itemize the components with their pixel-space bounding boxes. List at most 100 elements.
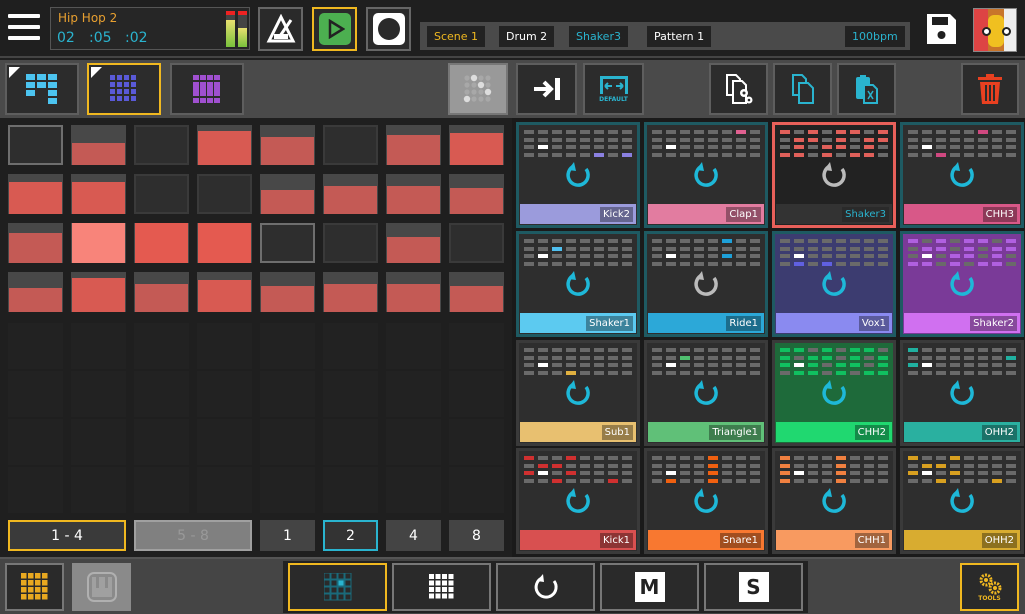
velocity-cell-empty[interactable] [134,323,189,369]
song-info-box[interactable]: Hip Hop 2 02 :05 :02 [50,7,250,50]
velocity-cell[interactable] [386,174,441,214]
select-pad-button[interactable] [288,563,387,611]
cut-paste-button[interactable] [837,63,896,115]
velocity-cell-empty[interactable] [71,323,126,369]
velocity-cell-empty[interactable] [71,371,126,417]
velocity-cell-empty[interactable] [449,467,504,513]
pad-shaker1[interactable]: Shaker1 [516,231,640,337]
project-artwork[interactable] [973,8,1017,52]
velocity-cell-empty[interactable] [197,467,252,513]
zoom-1-button[interactable]: 1 [260,520,315,551]
velocity-cell[interactable] [134,272,189,312]
page-5-8-button[interactable]: 5 - 8 [134,520,252,551]
keys-mode-button[interactable] [72,563,131,611]
velocity-cell-empty[interactable] [260,323,315,369]
velocity-cell[interactable] [8,272,63,312]
page-1-4-button[interactable]: 1 - 4 [8,520,126,551]
velocity-cell-empty[interactable] [323,419,378,465]
velocity-cell[interactable] [449,125,504,165]
velocity-cell-empty[interactable] [449,323,504,369]
velocity-cell[interactable] [197,272,252,312]
velocity-cell[interactable] [323,223,378,263]
metronome-button[interactable] [258,7,303,51]
velocity-cell[interactable] [260,223,315,263]
grid-button[interactable] [392,563,491,611]
save-button[interactable] [925,12,958,46]
pad-clap1[interactable]: Clap1 [644,122,768,228]
velocity-cell[interactable] [8,223,63,263]
velocity-cell[interactable] [71,125,126,165]
velocity-cell-empty[interactable] [197,323,252,369]
pad-shaker3[interactable]: Shaker3 [772,122,896,228]
velocity-cell[interactable] [260,174,315,214]
velocity-cell[interactable] [8,125,63,165]
velocity-cell-empty[interactable] [386,467,441,513]
play-button[interactable] [312,7,357,51]
velocity-cell-empty[interactable] [323,371,378,417]
pad-kick2[interactable]: Kick2 [516,122,640,228]
velocity-cell-empty[interactable] [197,419,252,465]
velocity-cell[interactable] [260,125,315,165]
velocity-cell[interactable] [8,174,63,214]
velocity-cell-empty[interactable] [260,419,315,465]
velocity-cell[interactable] [134,174,189,214]
velocity-cell-empty[interactable] [260,371,315,417]
pad-ohh2[interactable]: OHH2 [900,340,1024,446]
velocity-cell[interactable] [71,223,126,263]
velocity-cell-empty[interactable] [386,371,441,417]
velocity-cell-empty[interactable] [386,323,441,369]
scene-chip[interactable]: Scene 1 [427,26,486,47]
pad-triangle1[interactable]: Triangle1 [644,340,768,446]
pattern-mode-button[interactable] [448,63,508,115]
velocity-cell-empty[interactable] [449,371,504,417]
velocity-cell-empty[interactable] [8,371,63,417]
copy-button[interactable] [773,63,832,115]
tempo-chip[interactable]: 100bpm [845,26,905,47]
velocity-cell[interactable] [386,223,441,263]
velocity-cell[interactable] [323,125,378,165]
loop-button[interactable] [496,563,595,611]
mute-button[interactable]: M [600,563,699,611]
kit-chip[interactable]: Drum 2 [499,26,555,47]
pad-kick1[interactable]: Kick1 [516,448,640,554]
pads-mode-button[interactable] [5,563,64,611]
copy-settings-button[interactable] [709,63,768,115]
velocity-cell[interactable] [449,272,504,312]
pad-vox1[interactable]: Vox1 [772,231,896,337]
velocity-cell[interactable] [134,125,189,165]
velocity-cell-empty[interactable] [197,371,252,417]
pad-chh3[interactable]: CHH3 [900,122,1024,228]
insert-end-button[interactable] [516,63,577,115]
pad-shaker2[interactable]: Shaker2 [900,231,1024,337]
pad-chip[interactable]: Shaker3 [569,26,628,47]
velocity-cell-empty[interactable] [8,419,63,465]
velocity-cell[interactable] [71,272,126,312]
velocity-cell[interactable] [449,174,504,214]
velocity-cell-empty[interactable] [134,419,189,465]
velocity-cell-empty[interactable] [71,419,126,465]
zoom-8-button[interactable]: 8 [449,520,504,551]
pad-sub1[interactable]: Sub1 [516,340,640,446]
pad-snare1[interactable]: Snare1 [644,448,768,554]
velocity-cell-empty[interactable] [386,419,441,465]
step-sequencer-view-button[interactable] [5,63,79,115]
velocity-cell[interactable] [323,174,378,214]
pad-chh1[interactable]: CHH1 [772,448,896,554]
velocity-cell[interactable] [323,272,378,312]
velocity-cell-empty[interactable] [8,467,63,513]
tools-button[interactable]: TOOLS [960,563,1019,611]
velocity-cell[interactable] [449,223,504,263]
hamburger-icon[interactable] [8,14,40,42]
zoom-4-button[interactable]: 4 [386,520,441,551]
velocity-cell[interactable] [197,223,252,263]
record-button[interactable] [366,7,411,51]
bar-view-button[interactable] [170,63,244,115]
velocity-cell-empty[interactable] [134,467,189,513]
pad-grid-view-button[interactable] [87,63,161,115]
velocity-cell-empty[interactable] [8,323,63,369]
velocity-cell-empty[interactable] [260,467,315,513]
solo-button[interactable]: S [704,563,803,611]
delete-button[interactable] [961,63,1019,115]
velocity-cell[interactable] [386,272,441,312]
velocity-cell-empty[interactable] [71,467,126,513]
